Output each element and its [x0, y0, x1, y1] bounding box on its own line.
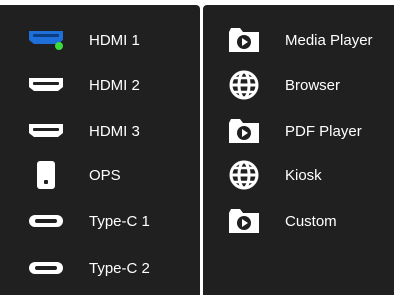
- hdmi-port-icon: [29, 31, 63, 50]
- source-item-hdmi3[interactable]: HDMI 3: [0, 116, 200, 146]
- media-player-icon: [229, 28, 259, 52]
- app-label-pdf-player: PDF Player: [285, 122, 362, 140]
- source-label-typec2: Type-C 2: [89, 259, 150, 277]
- hdmi-port-icon: [29, 78, 63, 91]
- source-item-hdmi1[interactable]: HDMI 1: [0, 25, 200, 55]
- source-label-hdmi2: HDMI 2: [89, 76, 140, 94]
- pdf-player-icon: [229, 119, 259, 143]
- app-label-media-player: Media Player: [285, 31, 373, 49]
- source-label-typec1: Type-C 1: [89, 212, 150, 230]
- globe-icon: [229, 70, 259, 100]
- usb-c-port-icon: [29, 215, 63, 227]
- app-item-media-player[interactable]: Media Player: [203, 25, 394, 55]
- app-label-browser: Browser: [285, 76, 341, 94]
- active-indicator: [55, 42, 63, 50]
- ops-module-icon: [37, 161, 55, 189]
- input-source-selector: HDMI 1 HDMI 2 HDMI 3 OPS Type-C 1 Type-C…: [0, 0, 394, 295]
- source-label-ops: OPS: [89, 166, 121, 184]
- folder-play-icon: [229, 209, 259, 233]
- source-label-hdmi1: HDMI 1: [89, 31, 140, 49]
- app-item-pdf-player[interactable]: PDF Player: [203, 116, 394, 146]
- app-item-browser[interactable]: Browser: [203, 70, 394, 100]
- hdmi-port-icon: [29, 124, 63, 137]
- source-item-ops[interactable]: OPS: [0, 160, 200, 190]
- apps-panel: Media Player Browser PDF Player Kiosk Cu…: [203, 5, 394, 295]
- app-label-kiosk: Kiosk: [285, 166, 322, 184]
- source-label-hdmi3: HDMI 3: [89, 122, 140, 140]
- source-item-typec1[interactable]: Type-C 1: [0, 206, 200, 236]
- source-item-typec2[interactable]: Type-C 2: [0, 253, 200, 283]
- app-item-custom[interactable]: Custom: [203, 206, 394, 236]
- input-sources-panel: HDMI 1 HDMI 2 HDMI 3 OPS Type-C 1 Type-C…: [0, 5, 200, 295]
- app-label-custom: Custom: [285, 212, 337, 230]
- usb-c-port-icon: [29, 262, 63, 274]
- source-item-hdmi2[interactable]: HDMI 2: [0, 70, 200, 100]
- globe-icon: [229, 160, 259, 190]
- app-item-kiosk[interactable]: Kiosk: [203, 160, 394, 190]
